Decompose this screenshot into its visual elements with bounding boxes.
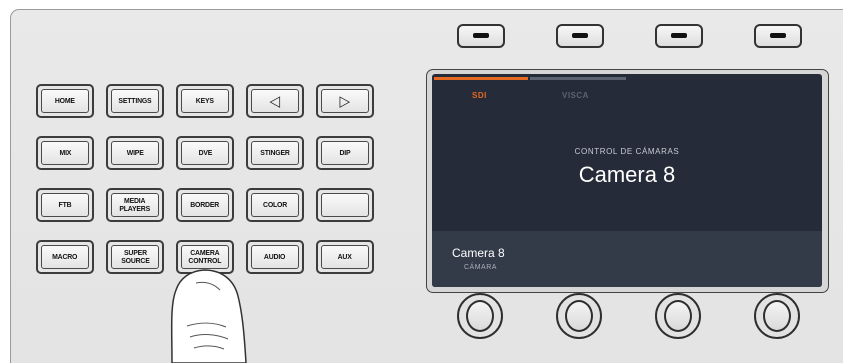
control-panel-photo: HOME SETTINGS KEYS ◁ ▷ MIX WIPE DVE STIN… [0,0,843,363]
finger-pressing-icon [170,269,247,363]
